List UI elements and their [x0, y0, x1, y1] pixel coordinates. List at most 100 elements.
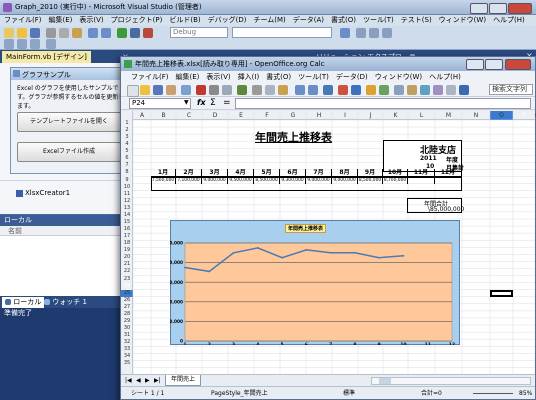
row-header-22[interactable]: 22 [121, 268, 133, 275]
total-value[interactable]: \85,000,000 [428, 206, 464, 213]
calc-menu-tools[interactable]: ツール(T) [298, 73, 329, 81]
vs-menu-data[interactable]: データ(A) [293, 16, 324, 24]
next-sheet-icon[interactable]: ▶ [145, 377, 150, 384]
redo-icon[interactable] [101, 28, 111, 38]
row-header-20[interactable]: 20 [121, 254, 133, 261]
row-header-26[interactable]: 26 [121, 297, 133, 304]
row-header-8[interactable]: 8 [121, 169, 133, 176]
row-header-21[interactable]: 21 [121, 261, 133, 268]
calc-datasource-icon[interactable] [433, 85, 443, 95]
platform-combo[interactable] [232, 27, 332, 38]
calc-draw-icon[interactable] [379, 85, 389, 95]
calc-cut-icon[interactable] [252, 85, 262, 95]
sales-value-cell[interactable] [435, 176, 462, 184]
doc-tab-mainform[interactable]: MainForm.vb [デザイン] [2, 51, 91, 63]
calc-menu-edit[interactable]: 編集(E) [176, 73, 200, 81]
locals-name-column[interactable]: 名前 [8, 227, 22, 235]
zoom-level[interactable]: 85% [519, 387, 532, 400]
new-project-icon[interactable] [4, 28, 14, 38]
vs-menu-build[interactable]: ビルド(B) [169, 16, 200, 24]
vs-menu-file[interactable]: ファイル(F) [4, 16, 42, 24]
month-cell[interactable]: 5月 [254, 169, 280, 177]
month-cell[interactable]: 3月 [202, 169, 228, 177]
start-debug-icon[interactable] [117, 28, 127, 38]
calc-menu-help[interactable]: ヘルプ(H) [429, 73, 461, 81]
vs-menu-test[interactable]: テスト(S) [401, 16, 432, 24]
calc-undo-icon[interactable] [295, 85, 305, 95]
calc-find-icon[interactable] [394, 85, 404, 95]
row-header-16[interactable]: 16 [121, 226, 133, 233]
row-header-6[interactable]: 6 [121, 155, 133, 162]
function-wizard-icon[interactable]: fx [197, 98, 207, 108]
column-header-p[interactable]: P [513, 111, 535, 120]
calc-paste-icon[interactable] [278, 85, 288, 95]
first-sheet-icon[interactable]: |◀ [125, 377, 132, 384]
calc-menu-format[interactable]: 書式(O) [266, 73, 291, 81]
calc-menu-window[interactable]: ウィンドウ(W) [375, 73, 422, 81]
sales-value-cell[interactable]: 7,500,000 [151, 176, 176, 184]
column-header-l[interactable]: L [408, 111, 435, 120]
sales-value-cell[interactable]: 8,500,000 [358, 176, 383, 184]
sales-value-cell[interactable]: 9,000,000 [202, 176, 228, 184]
name-box[interactable]: P24 [129, 98, 191, 109]
month-cell[interactable]: 12月 [435, 169, 462, 177]
column-header-j[interactable]: J [358, 111, 383, 120]
row-header-17[interactable]: 17 [121, 233, 133, 240]
calc-edit-icon[interactable] [181, 85, 191, 95]
sheet-title[interactable]: 年間売上推移表 [255, 129, 332, 145]
row-header-4[interactable]: 4 [121, 141, 133, 148]
save-icon[interactable] [30, 28, 40, 38]
vs-menu-help[interactable]: ヘルプ(H) [493, 16, 525, 24]
vs-menu-edit[interactable]: 編集(E) [49, 16, 73, 24]
prev-sheet-icon[interactable]: ◀ [136, 377, 141, 384]
calc-copy-icon[interactable] [265, 85, 275, 95]
horizontal-scrollbar[interactable] [371, 377, 531, 385]
column-header-g[interactable]: G [280, 111, 306, 120]
calc-chart-icon[interactable] [366, 85, 376, 95]
row-header-7[interactable]: 7 [121, 162, 133, 169]
vs-menu-project[interactable]: プロジェクト(P) [111, 16, 163, 24]
row-header-10[interactable]: 10 [121, 184, 133, 191]
sales-value-cell[interactable]: 9,500,000 [228, 176, 254, 184]
row-header-35[interactable]: 35 [121, 360, 133, 367]
calc-spellcheck-icon[interactable] [237, 85, 247, 95]
toolbox-icon[interactable] [382, 28, 392, 38]
row-header-1[interactable]: 1 [121, 120, 133, 127]
properties-icon[interactable] [369, 28, 379, 38]
sales-value-cell[interactable] [408, 176, 435, 184]
column-header-c[interactable]: C [176, 111, 202, 120]
month-cell[interactable]: 1月 [151, 169, 176, 177]
row-header-23[interactable]: 23 [121, 276, 133, 283]
xlsx-component-label[interactable]: XlsxCreator1 [25, 189, 70, 197]
column-header-o[interactable]: O [490, 111, 513, 120]
calc-menu-view[interactable]: 表示(V) [206, 73, 230, 81]
row-header-11[interactable]: 11 [121, 191, 133, 198]
calc-preview-icon[interactable] [222, 85, 232, 95]
month-cell[interactable]: 4月 [228, 169, 254, 177]
align-top-icon[interactable] [46, 39, 56, 49]
month-cell[interactable]: 10月 [383, 169, 408, 177]
stop-icon[interactable] [143, 28, 153, 38]
month-cell[interactable]: 8月 [332, 169, 358, 177]
sales-value-cell[interactable]: 9,000,000 [306, 176, 332, 184]
status-mode[interactable]: 標準 [343, 387, 355, 400]
sales-value-cell[interactable]: 7,100,000 [176, 176, 202, 184]
xlsx-component-icon[interactable] [16, 190, 23, 197]
row-header-29[interactable]: 29 [121, 318, 133, 325]
calc-pdf-icon[interactable] [196, 85, 206, 95]
pause-icon[interactable] [130, 28, 140, 38]
calc-maximize-button[interactable] [485, 59, 503, 70]
paste-icon[interactable] [72, 28, 82, 38]
calc-minimize-button[interactable] [466, 59, 484, 70]
row-header-5[interactable]: 5 [121, 148, 133, 155]
calc-menu-insert[interactable]: 挿入(I) [238, 73, 260, 81]
row-header-12[interactable]: 12 [121, 198, 133, 205]
row-header-25[interactable]: 25 [121, 290, 133, 297]
calc-zoom-icon[interactable] [446, 85, 456, 95]
watch-tab[interactable]: ウォッチ 1 [44, 297, 87, 308]
copy-icon[interactable] [59, 28, 69, 38]
row-header-27[interactable]: 27 [121, 304, 133, 311]
calc-navigator-icon[interactable] [407, 85, 417, 95]
column-header-e[interactable]: E [228, 111, 254, 120]
open-template-button[interactable]: テンプレートファイルを開く [17, 112, 121, 132]
